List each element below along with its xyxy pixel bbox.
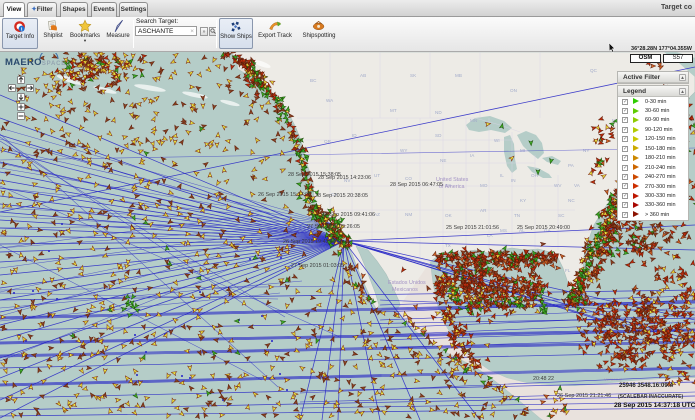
svg-text:AR: AR — [480, 208, 487, 213]
svg-text:25 Sep 2015 21:01:56: 25 Sep 2015 21:01:56 — [446, 225, 499, 231]
svg-text:OK: OK — [445, 213, 453, 218]
svg-text:ND: ND — [435, 110, 442, 115]
svg-text:SD: SD — [435, 133, 442, 138]
svg-text:PA: PA — [568, 163, 575, 168]
svg-text:TN: TN — [514, 213, 520, 218]
svg-text:WV: WV — [554, 183, 562, 188]
svg-text:28 Sep 2015 15:38:05: 28 Sep 2015 15:38:05 — [288, 172, 341, 178]
svg-text:FL: FL — [565, 268, 571, 273]
svg-text:NM: NM — [405, 212, 412, 217]
svg-text:25 Sep 2015 20:49:00: 25 Sep 2015 20:49:00 — [517, 225, 570, 231]
svg-text:26 Sep 2015 15:17:06: 26 Sep 2015 15:17:06 — [258, 192, 311, 198]
svg-text:NY: NY — [583, 148, 589, 153]
svg-text:26 Sep 2015 19:43:00: 26 Sep 2015 19:43:00 — [283, 239, 336, 245]
svg-text:27 Sep 2015 01:03:05: 27 Sep 2015 01:03:05 — [291, 263, 344, 269]
svg-text:IL: IL — [500, 173, 504, 178]
svg-text:IN: IN — [511, 178, 516, 183]
svg-text:20:48 22: 20:48 22 — [533, 376, 554, 382]
svg-text:NC: NC — [568, 198, 575, 203]
svg-text:CO: CO — [405, 176, 412, 181]
svg-text:BC: BC — [310, 78, 317, 83]
svg-text:27 Sep 2015 05:26:05: 27 Sep 2015 05:26:05 — [307, 224, 360, 230]
svg-text:MI: MI — [520, 148, 525, 153]
svg-text:UT: UT — [374, 173, 380, 178]
svg-text:28 Sep 2015 09:41:06: 28 Sep 2015 09:41:06 — [322, 212, 375, 218]
svg-text:MT: MT — [390, 108, 397, 113]
svg-text:ON: ON — [510, 88, 517, 93]
svg-text:MB: MB — [455, 73, 462, 78]
svg-text:SC: SC — [558, 213, 565, 218]
svg-text:28 Sep 2015 20:38:05: 28 Sep 2015 20:38:05 — [315, 193, 368, 199]
svg-text:KY: KY — [520, 198, 526, 203]
svg-text:WA: WA — [326, 98, 334, 103]
svg-text:OH: OH — [531, 173, 538, 178]
svg-text:28 Sep 2015 06:47:05: 28 Sep 2015 06:47:05 — [390, 182, 443, 188]
svg-text:WY: WY — [400, 148, 407, 153]
svg-text:MS: MS — [500, 228, 507, 233]
svg-text:Mexicanos: Mexicanos — [392, 287, 418, 293]
svg-text:LA: LA — [487, 233, 494, 238]
svg-text:VA: VA — [574, 183, 581, 188]
svg-text:NE: NE — [440, 158, 446, 163]
svg-text:MN: MN — [470, 118, 477, 123]
svg-text:AB: AB — [360, 73, 366, 78]
svg-text:QC: QC — [590, 68, 598, 73]
svg-text:SK: SK — [410, 73, 417, 78]
svg-text:Estados Unidos: Estados Unidos — [388, 280, 426, 286]
svg-text:MO: MO — [480, 183, 488, 188]
svg-text:WI: WI — [494, 138, 500, 143]
